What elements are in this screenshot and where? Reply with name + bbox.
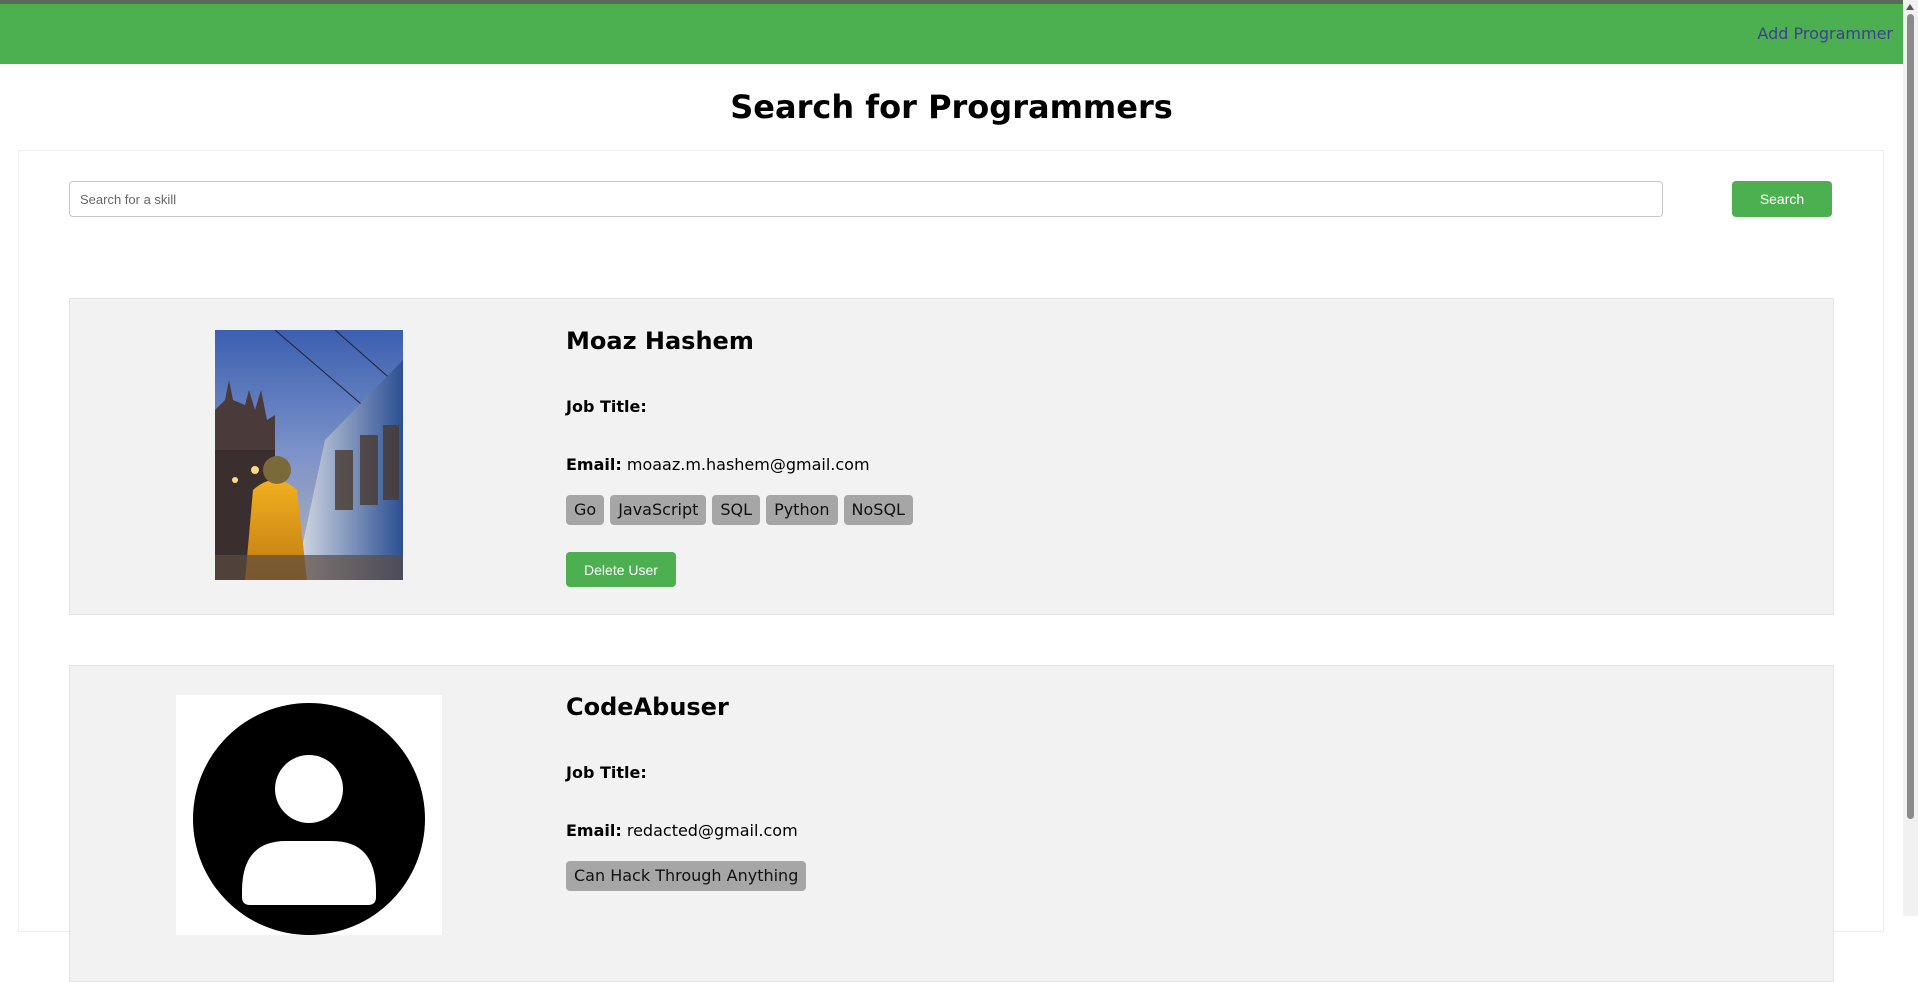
programmer-name: Moaz Hashem [566, 327, 754, 355]
job-title-field: Job Title: [566, 397, 647, 416]
main-container: Search for a skill Search Moaz Hashem Jo… [18, 150, 1884, 982]
scrollbar-thumb[interactable] [1907, 14, 1914, 819]
programmer-card: CodeAbuser Job Title: Email: redacted@gm… [69, 665, 1834, 982]
email-field: Email: moaaz.m.hashem@gmail.com [566, 455, 870, 474]
navbar: Add Programmer [0, 4, 1903, 64]
delete-user-button[interactable]: Delete User [566, 552, 676, 587]
user-photo-image [215, 330, 403, 580]
page-title: Search for Programmers [730, 88, 1173, 126]
programmer-name: CodeAbuser [566, 693, 729, 721]
page-scrollbar[interactable] [1903, 0, 1918, 916]
skill-tag: Python [766, 495, 838, 525]
skill-tag: NoSQL [843, 495, 913, 525]
email-value: moaaz.m.hashem@gmail.com [626, 455, 870, 474]
skills-list: Can Hack Through Anything [566, 861, 807, 891]
job-title-label: Job Title: [566, 763, 647, 782]
email-label: Email: [566, 455, 622, 474]
job-title-label: Job Title: [566, 397, 647, 416]
search-button[interactable]: Search [1732, 181, 1832, 217]
skills-list: Go JavaScript SQL Python NoSQL [566, 495, 913, 525]
programmer-card: Moaz Hashem Job Title: Email: moaaz.m.ha… [69, 298, 1834, 615]
search-input[interactable] [69, 181, 1663, 217]
skill-tag: JavaScript [610, 495, 707, 525]
skill-tag: Go [566, 495, 605, 525]
skill-tag: SQL [712, 495, 761, 525]
email-value: redacted@gmail.com [626, 821, 798, 840]
avatar-silhouette-icon [193, 703, 425, 935]
add-programmer-link[interactable]: Add Programmer [1757, 24, 1893, 43]
skill-tag: Can Hack Through Anything [566, 861, 807, 891]
email-field: Email: redacted@gmail.com [566, 821, 798, 840]
scroll-up-arrow-icon[interactable] [1906, 4, 1914, 10]
user-photo [215, 330, 403, 580]
job-title-field: Job Title: [566, 763, 647, 782]
default-avatar-icon [176, 695, 442, 935]
email-label: Email: [566, 821, 622, 840]
